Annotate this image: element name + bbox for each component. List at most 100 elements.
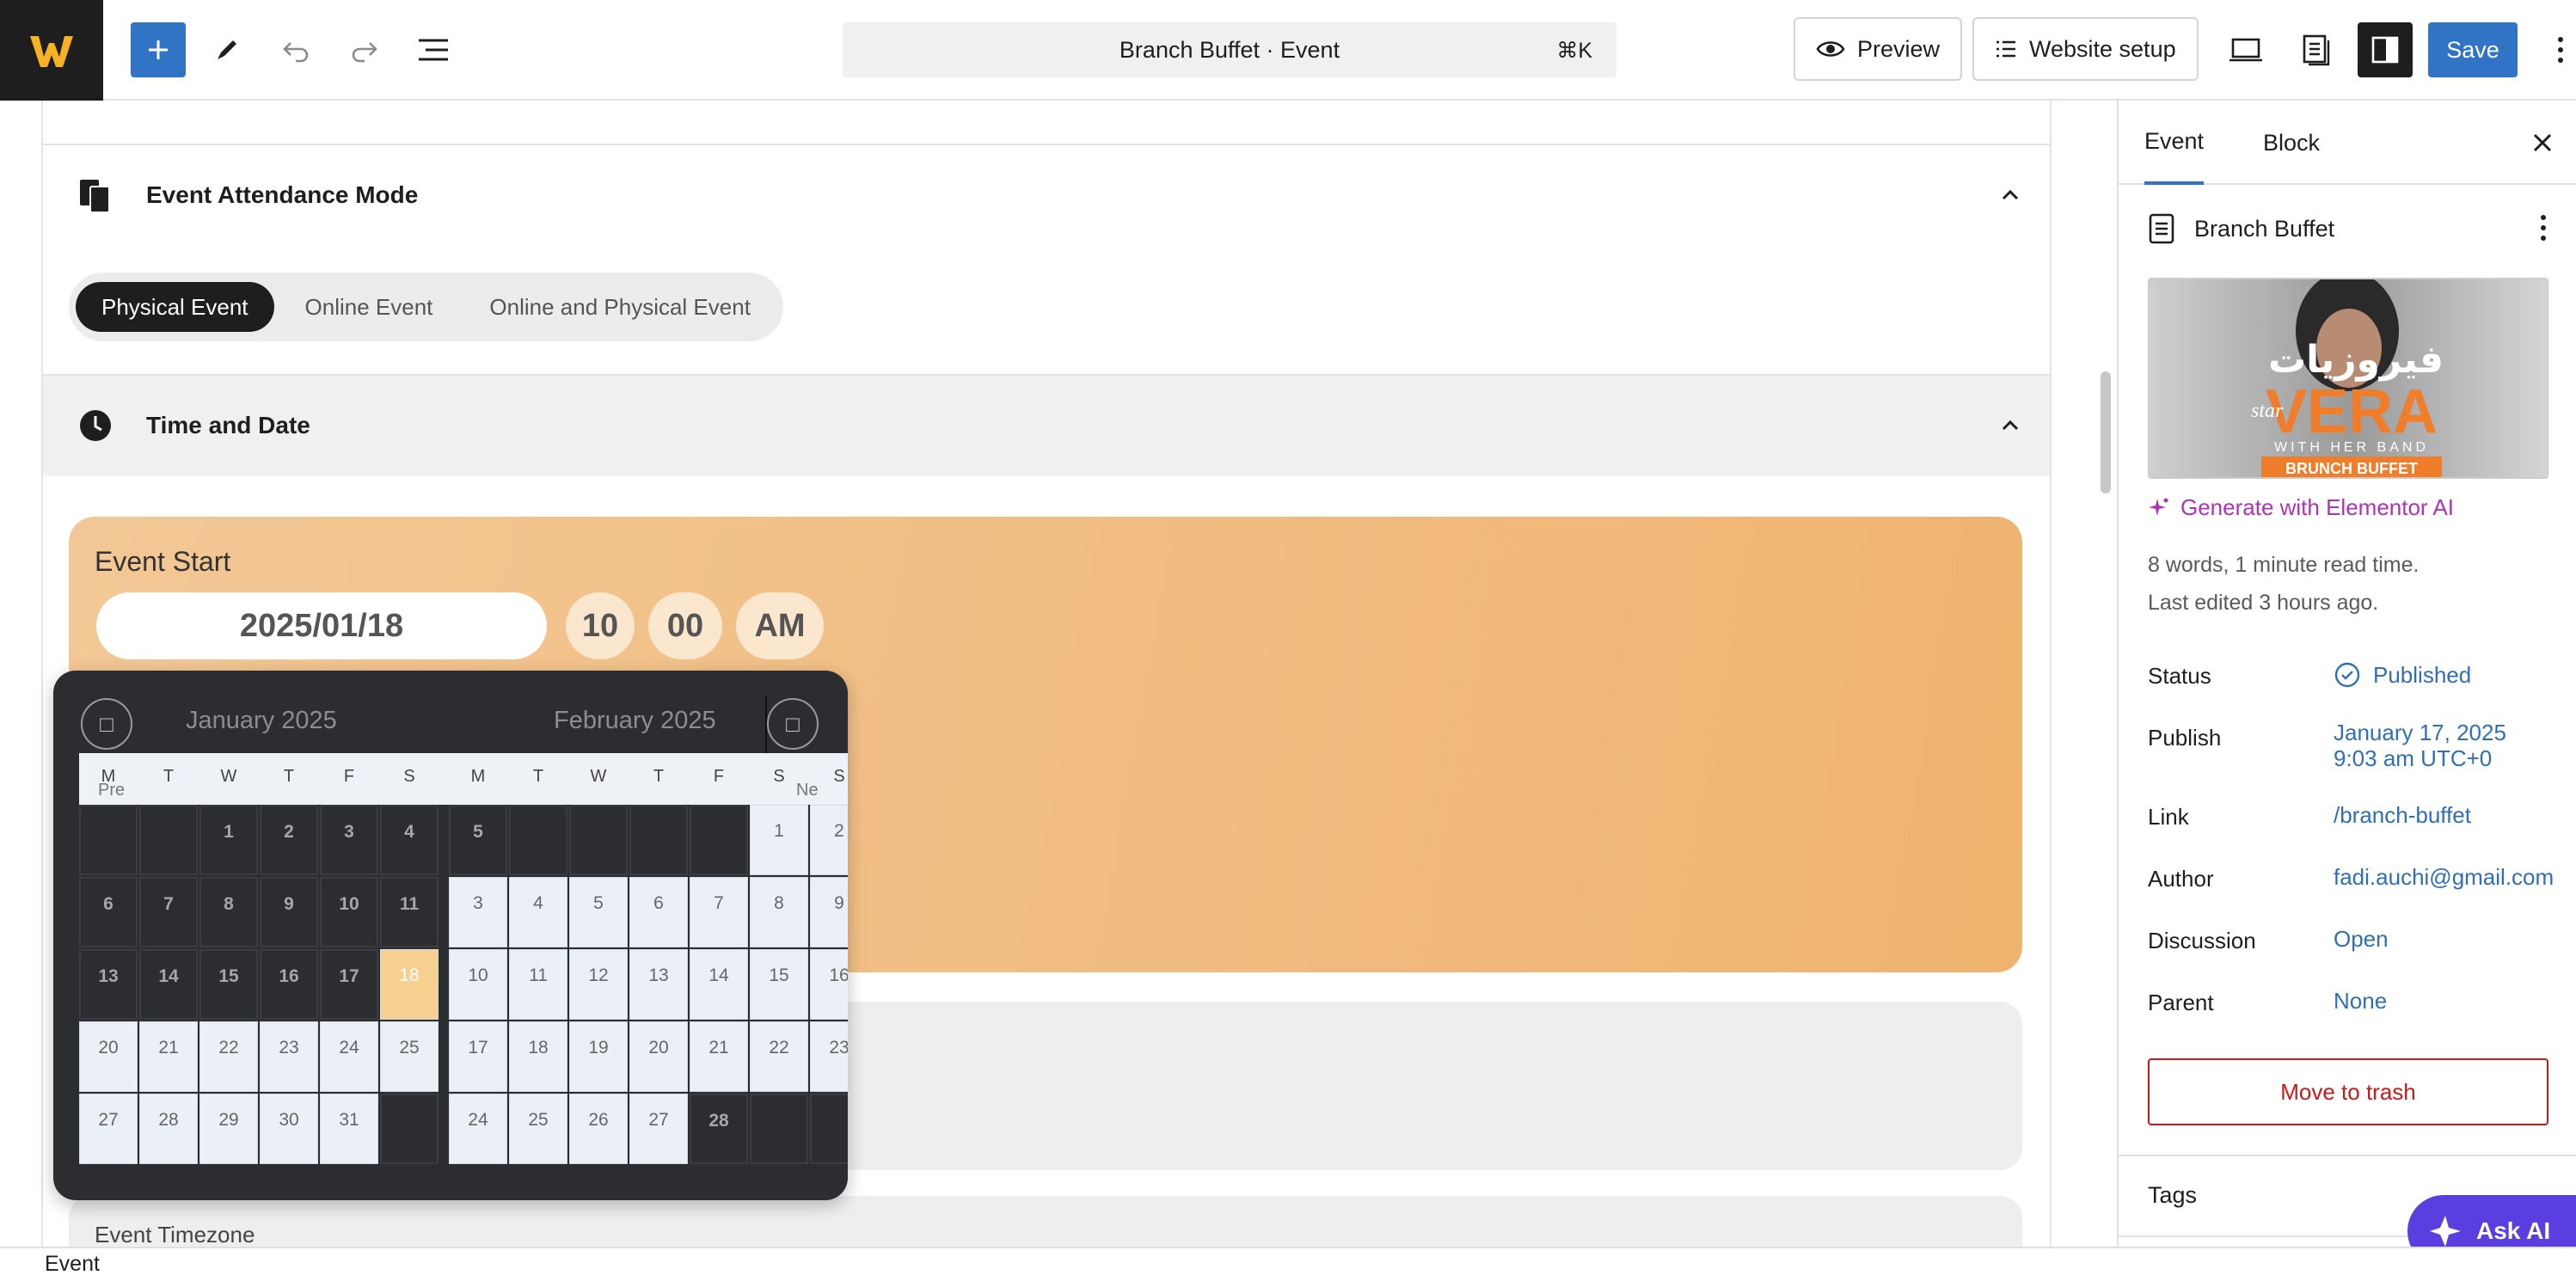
- event-start-date-input[interactable]: 2025/01/18: [96, 592, 547, 659]
- website-setup-button[interactable]: Website setup: [1972, 17, 2199, 81]
- parent-value[interactable]: None: [2334, 988, 2387, 1014]
- calendar-day[interactable]: 25: [380, 1021, 439, 1092]
- event-start-ampm[interactable]: AM: [736, 592, 824, 659]
- calendar-day[interactable]: 3: [320, 805, 378, 875]
- author-value[interactable]: fadi.auchi@gmail.com: [2334, 864, 2554, 890]
- tab-block[interactable]: Block: [2263, 101, 2320, 185]
- post-actions-button[interactable]: [2540, 214, 2547, 248]
- mode-online-and-physical-event[interactable]: Online and Physical Event: [463, 282, 776, 332]
- calendar-day[interactable]: 21: [690, 1021, 748, 1092]
- mode-physical-event[interactable]: Physical Event: [76, 282, 274, 332]
- calendar-day[interactable]: 6: [629, 877, 688, 947]
- calendar-day[interactable]: 16: [260, 949, 318, 1020]
- calendar-day[interactable]: 3: [449, 877, 507, 947]
- calendar-day[interactable]: 20: [629, 1021, 688, 1092]
- calendar-day[interactable]: 16: [810, 949, 848, 1020]
- calendar-day[interactable]: 15: [199, 949, 258, 1020]
- link-value[interactable]: /branch-buffet: [2334, 802, 2471, 828]
- tab-event[interactable]: Event: [2144, 101, 2205, 185]
- calendar-day[interactable]: 7: [139, 877, 198, 947]
- event-start-hour[interactable]: 10: [566, 592, 635, 659]
- generate-ai-link[interactable]: Generate with Elementor AI: [2148, 494, 2454, 521]
- calendar-day[interactable]: [810, 1094, 848, 1164]
- chevron-up-icon[interactable]: [1996, 181, 2024, 209]
- calendar-day[interactable]: [569, 805, 628, 875]
- editor-scrollbar[interactable]: [2098, 101, 2117, 1247]
- calendar-day[interactable]: 4: [509, 877, 567, 947]
- site-logo[interactable]: [0, 0, 103, 101]
- calendar-day[interactable]: 23: [260, 1021, 318, 1092]
- close-icon[interactable]: [2526, 126, 2559, 159]
- calendar-day[interactable]: 2: [810, 805, 848, 875]
- calendar-day[interactable]: [79, 805, 138, 875]
- calendar-day[interactable]: 5: [449, 805, 507, 875]
- calendar-day[interactable]: 4: [380, 805, 439, 875]
- calendar-day[interactable]: 28: [690, 1094, 748, 1164]
- calendar-day[interactable]: 13: [79, 949, 138, 1020]
- calendar-day[interactable]: 15: [750, 949, 808, 1020]
- calendar-day[interactable]: [509, 805, 567, 875]
- settings-sidebar-toggle[interactable]: [2358, 22, 2413, 77]
- add-block-button[interactable]: [131, 22, 186, 77]
- calendar-day[interactable]: 9: [260, 877, 318, 947]
- calendar-day[interactable]: 1: [199, 805, 258, 875]
- calendar-day[interactable]: 25: [509, 1094, 567, 1164]
- calendar-day[interactable]: 29: [199, 1094, 258, 1164]
- tags-panel-toggle[interactable]: Tags: [2148, 1182, 2197, 1209]
- calendar-day[interactable]: 24: [320, 1021, 378, 1092]
- calendar-day[interactable]: 17: [320, 949, 378, 1020]
- editor-scrollbar-thumb[interactable]: [2101, 371, 2111, 493]
- options-button[interactable]: [2545, 22, 2576, 77]
- calendar-day[interactable]: 1: [750, 805, 808, 875]
- next-month-button[interactable]: □: [767, 698, 819, 750]
- calendar-day[interactable]: 6: [79, 877, 138, 947]
- calendar-day[interactable]: [629, 805, 688, 875]
- calendar-day[interactable]: 23: [810, 1021, 848, 1092]
- calendar-day[interactable]: 18: [509, 1021, 567, 1092]
- calendar-day[interactable]: 26: [569, 1094, 628, 1164]
- chevron-up-icon[interactable]: [1996, 412, 2024, 439]
- calendar-day[interactable]: 18: [380, 949, 439, 1020]
- calendar-day[interactable]: 24: [449, 1094, 507, 1164]
- calendar-day[interactable]: 22: [750, 1021, 808, 1092]
- calendar-day[interactable]: 14: [690, 949, 748, 1020]
- calendar-day[interactable]: 17: [449, 1021, 507, 1092]
- calendar-day[interactable]: [380, 1094, 439, 1164]
- tools-button[interactable]: [199, 22, 255, 77]
- calendar-day[interactable]: 19: [569, 1021, 628, 1092]
- calendar-day[interactable]: 5: [569, 877, 628, 947]
- status-value-button[interactable]: Published: [2334, 661, 2471, 689]
- undo-button[interactable]: [268, 22, 323, 77]
- time-and-date-header[interactable]: Time and Date: [43, 374, 2050, 475]
- redo-button[interactable]: [337, 22, 392, 77]
- calendar-day[interactable]: 20: [79, 1021, 138, 1092]
- publish-date-button[interactable]: January 17, 2025 9:03 am UTC+0: [2334, 720, 2506, 771]
- calendar-day[interactable]: 8: [750, 877, 808, 947]
- calendar-day[interactable]: 21: [139, 1021, 198, 1092]
- calendar-day[interactable]: 10: [449, 949, 507, 1020]
- calendar-day[interactable]: [750, 1094, 808, 1164]
- calendar-day[interactable]: 10: [320, 877, 378, 947]
- breadcrumb-item[interactable]: Event: [45, 1252, 100, 1275]
- calendar-day[interactable]: 30: [260, 1094, 318, 1164]
- calendar-day[interactable]: 27: [79, 1094, 138, 1164]
- calendar-day[interactable]: 22: [199, 1021, 258, 1092]
- calendar-day[interactable]: 9: [810, 877, 848, 947]
- calendar-day[interactable]: [139, 805, 198, 875]
- discussion-value[interactable]: Open: [2334, 926, 2389, 952]
- calendar-day[interactable]: 11: [509, 949, 567, 1020]
- calendar-day[interactable]: 14: [139, 949, 198, 1020]
- page-settings-button[interactable]: [2289, 22, 2344, 77]
- preview-button[interactable]: Preview: [1794, 17, 1963, 81]
- featured-image[interactable]: فيروزيات VERA star WITH HER BAND BRUNCH …: [2148, 278, 2548, 479]
- calendar-day[interactable]: 7: [690, 877, 748, 947]
- move-to-trash-button[interactable]: Move to trash: [2148, 1058, 2548, 1125]
- document-overview-button[interactable]: [406, 22, 461, 77]
- command-palette-button[interactable]: Branch Buffet · Event ⌘K: [843, 22, 1616, 77]
- calendar-day[interactable]: 8: [199, 877, 258, 947]
- calendar-day[interactable]: 31: [320, 1094, 378, 1164]
- device-preview-button[interactable]: [2218, 22, 2273, 77]
- calendar-day[interactable]: 2: [260, 805, 318, 875]
- calendar-day[interactable]: 13: [629, 949, 688, 1020]
- calendar-day[interactable]: 28: [139, 1094, 198, 1164]
